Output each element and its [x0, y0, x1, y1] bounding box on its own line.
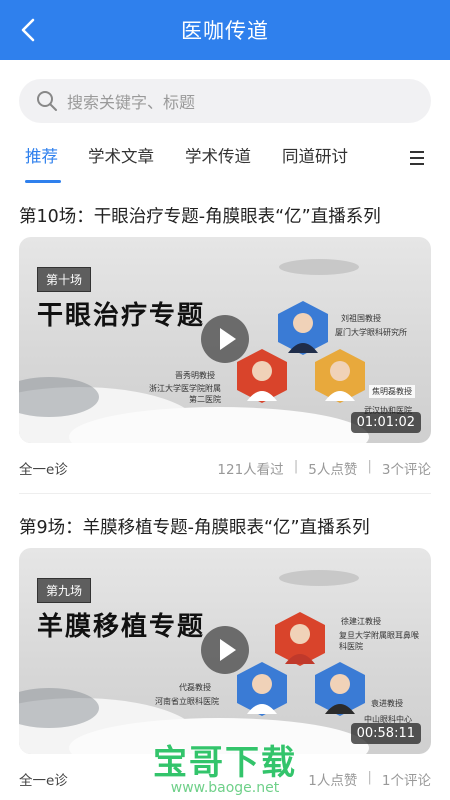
chevron-left-icon	[21, 18, 35, 42]
author-name[interactable]: 全一e诊	[19, 458, 68, 478]
speaker-caption: 徐建江教授	[341, 617, 381, 626]
speaker-affiliation: 厦门大学眼科研究所	[335, 328, 407, 337]
card-meta: 全一e诊 121人看过 | 5人点赞 | 3个评论	[19, 458, 431, 478]
search-icon	[37, 91, 57, 111]
back-button[interactable]	[8, 10, 48, 50]
episode-headline: 羊膜移植专题	[37, 612, 206, 642]
speaker-affiliation: 复旦大学附属眼耳鼻喉 科医院	[339, 631, 419, 651]
search-input[interactable]: 搜索关键字、标题	[19, 79, 431, 123]
search-placeholder: 搜索关键字、标题	[67, 93, 196, 112]
speaker-affiliation: 浙江大学医学院附属 第二医院	[149, 384, 221, 404]
separator: |	[367, 769, 372, 785]
episode-badge: 第九场	[37, 578, 92, 603]
tab-peer-discussion[interactable]: 同道研讨	[282, 143, 348, 167]
comment-count: 3个评论	[381, 462, 431, 478]
speaker-portrait	[315, 349, 365, 403]
video-thumbnail[interactable]: 第十场 干眼治疗专题 刘祖国教授 厦门大学眼科研究所 晋秀明教授 浙江大学医学院…	[19, 237, 431, 443]
watermark-url: www.baoge.net	[170, 780, 280, 796]
separator: |	[293, 458, 299, 474]
episode-headline: 干眼治疗专题	[37, 301, 206, 331]
speaker-affiliation: 河南省立眼科医院	[155, 697, 219, 706]
author-name[interactable]: 全一e诊	[19, 769, 68, 789]
speaker-caption: 代磊教授	[179, 683, 211, 692]
separator: |	[367, 458, 372, 474]
speaker-portrait	[315, 662, 365, 716]
divider	[19, 493, 431, 494]
watermark: 宝哥下载 www.baoge.net	[150, 735, 300, 796]
view-count: 121人看过	[217, 462, 284, 478]
speaker-caption: 袁进教授	[371, 699, 403, 708]
episode-badge: 第十场	[37, 267, 92, 292]
card-title[interactable]: 第10场：干眼治疗专题-角膜眼表“亿”直播系列	[19, 203, 381, 228]
comment-count: 1个评论	[381, 773, 431, 789]
video-thumbnail[interactable]: 第九场 羊膜移植专题 徐建江教授 复旦大学附属眼耳鼻喉 科医院 代磊教授 河南省…	[19, 548, 431, 754]
speaker-portrait	[237, 662, 287, 716]
like-count: 5人点赞	[308, 462, 358, 478]
speaker-caption: 刘祖国教授	[341, 314, 381, 323]
like-count: 1人点赞	[308, 773, 358, 789]
play-button[interactable]	[201, 315, 249, 363]
active-tab-indicator	[25, 180, 61, 183]
play-button[interactable]	[201, 626, 249, 674]
tab-recommended[interactable]: 推荐	[25, 143, 58, 167]
tab-academic-articles[interactable]: 学术文章	[88, 143, 154, 167]
tab-academic-teaching[interactable]: 学术传道	[185, 143, 251, 167]
watermark-logo-text: 宝哥下载	[153, 743, 297, 783]
video-duration: 00:58:11	[350, 723, 421, 744]
top-bar: 医咖传道	[0, 0, 450, 60]
page-title: 医咖传道	[181, 19, 269, 43]
tab-bar: 推荐 学术文章 学术传道 同道研讨	[0, 135, 450, 185]
card-title[interactable]: 第9场：羊膜移植专题-角膜眼表“亿”直播系列	[19, 514, 370, 539]
video-duration: 01:01:02	[350, 412, 421, 433]
menu-icon[interactable]	[404, 145, 430, 171]
speaker-caption: 焦明磊教授	[369, 385, 415, 398]
speaker-caption: 晋秀明教授	[175, 371, 215, 380]
